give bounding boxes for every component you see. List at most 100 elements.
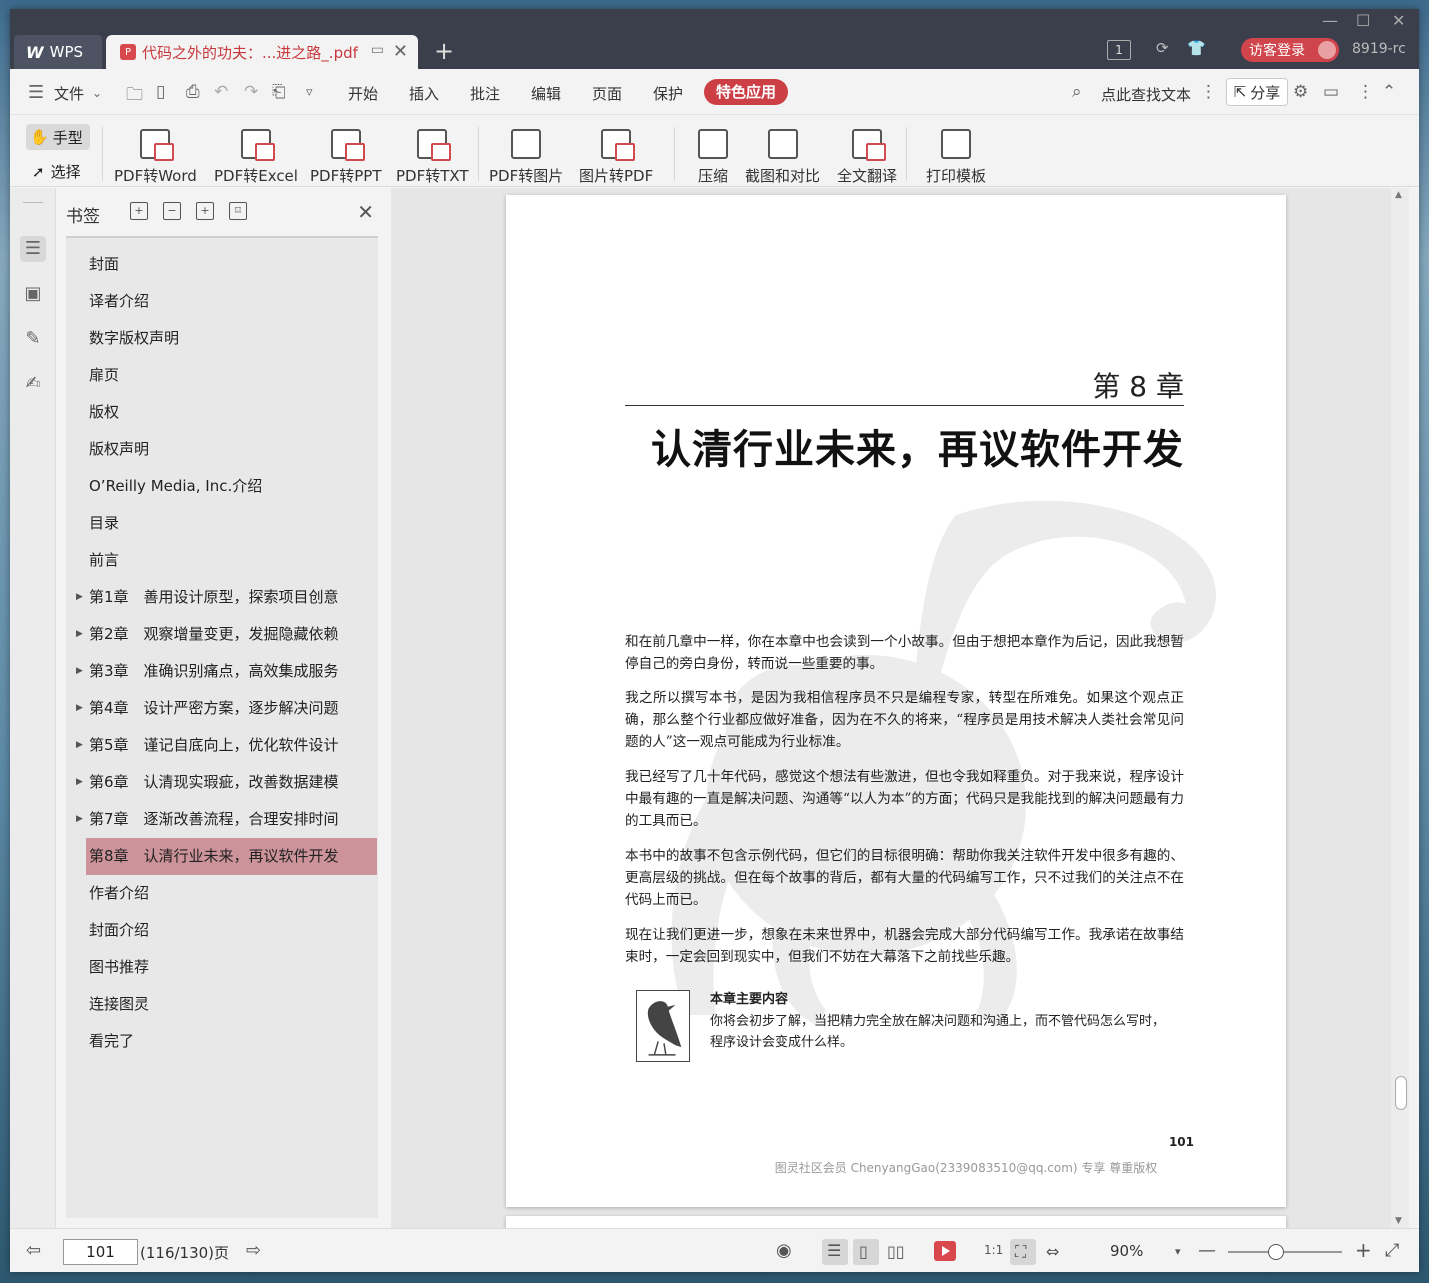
scrollbar-thumb[interactable]: [1395, 1076, 1407, 1110]
bookmark-item[interactable]: 版权: [66, 394, 378, 431]
page-number-input[interactable]: 101: [63, 1239, 138, 1265]
hamburger-menu-icon[interactable]: ☰: [28, 82, 44, 103]
collapse-ribbon-icon[interactable]: ⌃: [1382, 82, 1396, 102]
translate-button[interactable]: 全文翻译: [837, 129, 897, 186]
pdf-to-txt-button[interactable]: PDF转TXT: [396, 129, 469, 186]
signature-icon[interactable]: ✍: [20, 371, 46, 397]
hand-tool-button[interactable]: ✋ 手型: [26, 124, 90, 150]
bookmark-item[interactable]: ▶ 第6章 认清现实瑕疵，改善数据建模: [66, 764, 378, 801]
menu-edit[interactable]: 编辑: [531, 83, 561, 104]
search-text-button[interactable]: 点此查找文本: [1101, 84, 1191, 105]
bookmark-item[interactable]: O’Reilly Media, Inc.介绍: [66, 468, 378, 505]
strip-handle[interactable]: [23, 202, 43, 203]
annotation-icon[interactable]: ✎: [20, 326, 46, 352]
bookmark-item[interactable]: 第8章 认清行业未来，再议软件开发: [86, 838, 377, 875]
more-dropdown-icon[interactable]: ▿: [306, 85, 313, 100]
scroll-up-icon[interactable]: ▲: [1395, 190, 1402, 200]
expand-arrow-icon[interactable]: ▶: [76, 653, 83, 690]
expand-arrow-icon[interactable]: ▶: [76, 579, 83, 616]
menu-file[interactable]: 文件: [54, 83, 84, 104]
tab-wps-home[interactable]: W WPS: [14, 35, 102, 69]
menu-special-apps[interactable]: 特色应用: [704, 79, 788, 105]
bookmark-item[interactable]: ▶ 第5章 谨记自底向上，优化软件设计: [66, 727, 378, 764]
monitor-icon[interactable]: ▭: [371, 42, 384, 58]
fit-width-button[interactable]: ⇔: [1041, 1239, 1067, 1265]
bookmark-item[interactable]: 目录: [66, 505, 378, 542]
bookmark-item[interactable]: 译者介绍: [66, 283, 378, 320]
zoom-out-icon[interactable]: —: [1198, 1240, 1216, 1261]
guest-login-button[interactable]: 访客登录: [1241, 38, 1339, 62]
pdf-to-ppt-button[interactable]: PDF转PPT: [310, 129, 381, 186]
new-tab-button[interactable]: +: [434, 37, 454, 65]
two-page-view-button[interactable]: ▯▯: [883, 1239, 909, 1265]
add-bookmark-icon[interactable]: +: [196, 202, 214, 220]
zoom-dropdown-icon[interactable]: ▾: [1175, 1245, 1181, 1258]
play-slideshow-icon[interactable]: [934, 1241, 956, 1261]
search-icon[interactable]: ⌕: [1072, 82, 1082, 102]
expand-arrow-icon[interactable]: ▶: [76, 727, 83, 764]
vertical-scrollbar[interactable]: ▲ ▼: [1391, 188, 1409, 1228]
export-icon[interactable]: ⎗: [272, 82, 286, 102]
bookmark-item[interactable]: 封面: [66, 246, 378, 283]
print-icon[interactable]: ⎙: [186, 82, 200, 102]
print-template-button[interactable]: 打印模板: [926, 129, 986, 186]
bookmark-item[interactable]: 数字版权声明: [66, 320, 378, 357]
bookmark-item[interactable]: ▶ 第1章 善用设计原型，探索项目创意: [66, 579, 378, 616]
fullscreen-icon[interactable]: ⤢: [1385, 1240, 1399, 1261]
maximize-icon[interactable]: ☐: [1356, 11, 1370, 30]
zoom-slider-track[interactable]: [1228, 1251, 1342, 1253]
bookmark-icon[interactable]: ⌑: [229, 202, 247, 220]
zoom-level[interactable]: 90%: [1110, 1242, 1143, 1260]
bookmark-panel-icon[interactable]: ☰: [20, 236, 46, 262]
minimize-icon[interactable]: —: [1322, 11, 1338, 30]
expand-all-icon[interactable]: +: [130, 202, 148, 220]
bookmark-item[interactable]: 作者介绍: [66, 875, 378, 912]
expand-arrow-icon[interactable]: ▶: [76, 690, 83, 727]
expand-arrow-icon[interactable]: ▶: [76, 764, 83, 801]
scroll-down-icon[interactable]: ▼: [1395, 1216, 1402, 1226]
menu-start[interactable]: 开始: [348, 83, 378, 104]
open-folder-icon[interactable]: 🗀: [126, 82, 143, 111]
screenshot-compare-button[interactable]: 截图和对比: [745, 129, 820, 186]
menu-insert[interactable]: 插入: [409, 83, 439, 104]
actual-size-button[interactable]: 1:1: [980, 1239, 1006, 1265]
compress-button[interactable]: 压缩: [698, 129, 728, 186]
fit-page-button[interactable]: ⛶: [1010, 1239, 1036, 1265]
close-tab-icon[interactable]: ✕: [393, 41, 408, 62]
menu-protect[interactable]: 保护: [653, 83, 683, 104]
more-icon[interactable]: ⋮: [1357, 82, 1374, 102]
bookmark-item[interactable]: 版权声明: [66, 431, 378, 468]
continuous-view-button[interactable]: ☰: [822, 1239, 848, 1265]
single-page-view-button[interactable]: ▯: [853, 1239, 879, 1265]
chevron-down-icon[interactable]: ⌄: [92, 86, 102, 100]
menu-annotate[interactable]: 批注: [470, 83, 500, 104]
sync-icon[interactable]: ⟳: [1156, 39, 1169, 57]
previous-page-icon[interactable]: ⇦: [26, 1240, 41, 1261]
bookmark-item[interactable]: ▶ 第4章 设计严密方案，逐步解决问题: [66, 690, 378, 727]
pdf-to-word-button[interactable]: PDF转Word: [114, 129, 197, 186]
bookmark-item[interactable]: 连接图灵: [66, 986, 378, 1023]
expand-arrow-icon[interactable]: ▶: [76, 801, 83, 838]
close-panel-icon[interactable]: ✕: [357, 200, 374, 224]
expand-arrow-icon[interactable]: ▶: [76, 616, 83, 653]
share-button[interactable]: ⇱ 分享: [1226, 78, 1288, 106]
pdf-to-image-button[interactable]: PDF转图片: [489, 129, 563, 186]
image-to-pdf-button[interactable]: 图片转PDF: [579, 129, 653, 186]
next-page-icon[interactable]: ⇨: [246, 1240, 261, 1261]
bookmark-item[interactable]: 图书推荐: [66, 949, 378, 986]
eye-protection-icon[interactable]: ◉: [776, 1240, 792, 1261]
collapse-all-icon[interactable]: −: [163, 202, 181, 220]
skin-icon[interactable]: 👕: [1187, 39, 1206, 57]
bookmark-item[interactable]: 封面介绍: [66, 912, 378, 949]
pdf-to-excel-button[interactable]: PDF转Excel: [214, 129, 298, 186]
thumbnail-icon[interactable]: ▣: [20, 281, 46, 307]
bookmark-item[interactable]: ▶ 第7章 逐渐改善流程，合理安排时间: [66, 801, 378, 838]
comment-icon[interactable]: ▭: [1323, 82, 1339, 102]
close-window-icon[interactable]: ✕: [1392, 11, 1405, 30]
bookmark-item[interactable]: 扉页: [66, 357, 378, 394]
redo-icon[interactable]: ↷: [244, 82, 258, 102]
menu-page[interactable]: 页面: [592, 83, 622, 104]
bookmark-item[interactable]: ▶ 第2章 观察增量变更，发掘隐藏依赖: [66, 616, 378, 653]
zoom-slider-knob[interactable]: [1268, 1244, 1284, 1260]
tab-document[interactable]: P 代码之外的功夫：...进之路_.pdf ▭ ✕: [106, 35, 418, 69]
